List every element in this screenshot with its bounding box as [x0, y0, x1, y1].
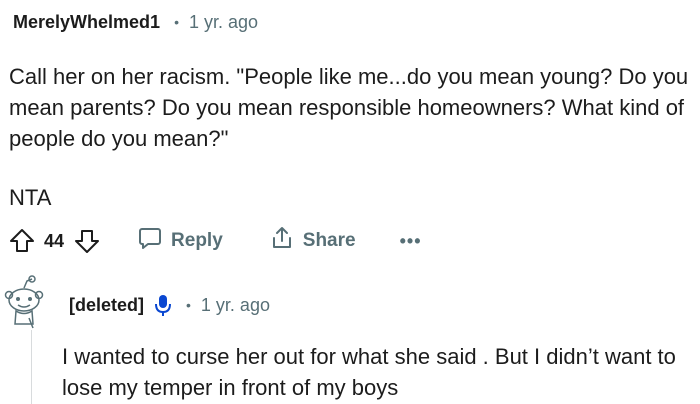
downvote-icon[interactable] [74, 228, 100, 254]
upvote-icon[interactable] [9, 228, 35, 254]
microphone-icon [154, 293, 172, 317]
share-button[interactable]: Share [269, 225, 356, 257]
comment-body: Call her on her racism. "People like me.… [9, 61, 699, 213]
comment-header: MerelyWhelmed1 • 1 yr. ago [13, 8, 258, 36]
comment-timestamp[interactable]: 1 yr. ago [189, 12, 258, 33]
reply-body: I wanted to curse her out for what she s… [62, 344, 676, 400]
reply-timestamp[interactable]: 1 yr. ago [201, 295, 270, 316]
reply-button[interactable]: Reply [137, 225, 223, 257]
reply-header: [deleted] • 1 yr. ago [69, 290, 270, 320]
more-options-button[interactable]: ••• [400, 231, 422, 252]
thread-line[interactable] [31, 330, 32, 404]
comment-bubble-icon [137, 225, 163, 257]
reply-label: Reply [171, 230, 223, 251]
share-label: Share [302, 230, 356, 251]
vote-count: 44 [44, 230, 65, 251]
comment-thread: MerelyWhelmed1 • 1 yr. ago Call her on h… [0, 0, 700, 404]
reply-author: [deleted] [69, 294, 145, 315]
snoo-avatar-icon[interactable] [2, 274, 48, 330]
separator-dot: • [174, 14, 179, 30]
separator-dot: • [186, 297, 191, 313]
comment-paragraph: Call her on her racism. "People like me.… [9, 64, 689, 151]
share-icon [269, 225, 295, 257]
comment-action-bar: 44 Reply Share ••• [9, 224, 422, 258]
comment-paragraph: NTA [9, 185, 52, 210]
comment-author[interactable]: MerelyWhelmed1 [13, 12, 160, 33]
